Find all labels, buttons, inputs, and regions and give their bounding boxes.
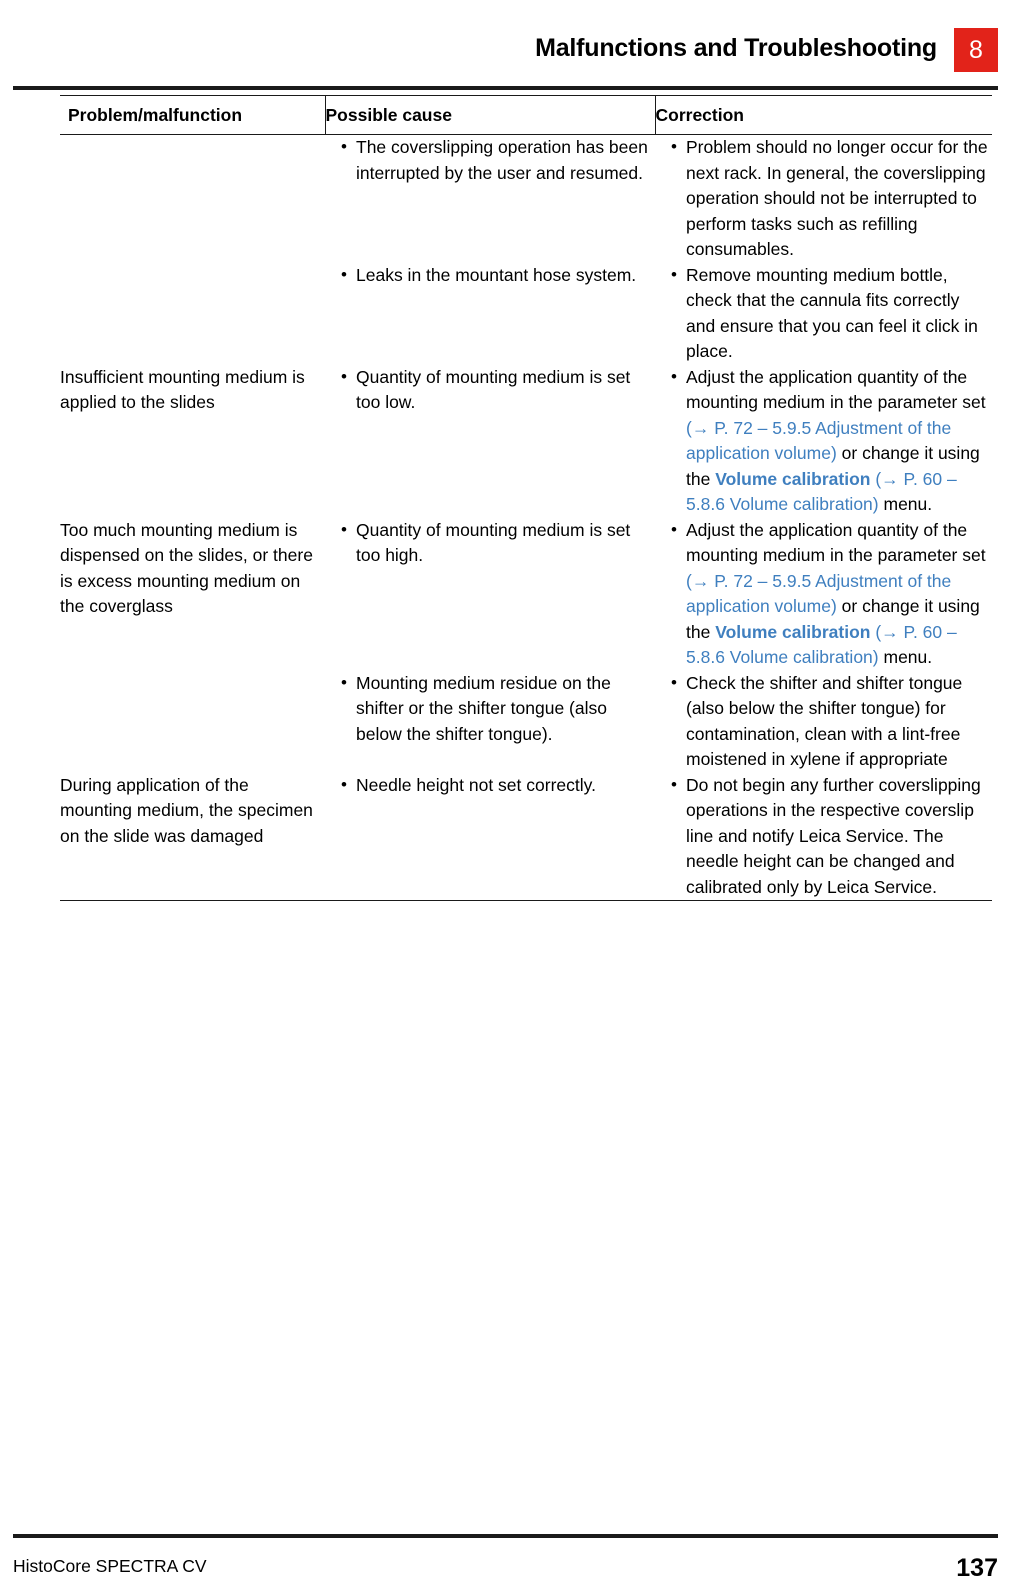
cell-cause: Needle height not set correctly. [325,772,655,901]
list-item: Quantity of mounting medium is set too l… [339,364,655,416]
page-title: Malfunctions and Troubleshooting [535,34,937,62]
correction-bullet-list: Check the shifter and shifter tongue (al… [669,670,992,773]
cell-correction: Do not begin any further coverslipping o… [655,772,992,901]
problem-text: Too much mounting medium is dispensed on… [60,519,313,617]
header-divider [13,86,998,90]
cell-problem: Too much mounting medium is dispensed on… [60,518,325,671]
menu-name-reference[interactable]: Volume calibration [715,469,870,489]
page-header: Malfunctions and Troubleshooting 8 [0,20,1011,90]
table-row: Insufficient mounting medium is applied … [60,364,992,518]
cell-problem [60,135,325,263]
list-item: Adjust the application quantity of the m… [669,364,992,518]
troubleshooting-table: Problem/malfunction Possible cause Corre… [60,95,992,901]
footer-divider [13,1534,998,1538]
cell-problem [60,671,325,773]
text-run: Adjust the application quantity of the m… [686,366,986,413]
text-run: menu. [878,647,933,667]
cause-bullet-list: Mounting medium residue on the shifter o… [339,670,655,748]
correction-bullet-list: Problem should no longer occur for the n… [669,134,992,263]
cause-bullet-list: Quantity of mounting medium is set too l… [339,364,655,416]
list-item: Quantity of mounting medium is set too h… [339,517,655,569]
correction-bullet-list: Adjust the application quantity of the m… [669,517,992,671]
cause-bullet-list: Quantity of mounting medium is set too h… [339,517,655,569]
document-page: Malfunctions and Troubleshooting 8 Probl… [0,0,1011,1595]
chapter-number-badge: 8 [954,28,998,72]
column-header-problem: Problem/malfunction [60,95,325,135]
cell-cause: Quantity of mounting medium is set too l… [325,364,655,518]
list-item: Needle height not set correctly. [339,772,655,799]
table-body: The coverslipping operation has been int… [60,134,992,901]
cell-correction: Adjust the application quantity of the m… [655,364,992,518]
table-row: Leaks in the mountant hose system. Remove… [60,262,992,365]
cell-problem [60,263,325,365]
list-item: Mounting medium residue on the shifter o… [339,670,655,748]
cell-problem: Insufficient mounting medium is applied … [60,365,325,518]
list-item: Adjust the application quantity of the m… [669,517,992,671]
column-header-cause: Possible cause [324,95,655,135]
table-row: Mounting medium residue on the shifter o… [60,670,992,773]
table-header: Problem/malfunction Possible cause Corre… [60,95,992,135]
footer-document-name: HistoCore SPECTRA CV [13,1556,207,1576]
cell-correction: Remove mounting medium bottle, check tha… [655,262,992,365]
troubleshooting-table-wrapper: Problem/malfunction Possible cause Corre… [60,95,992,901]
correction-bullet-list: Do not begin any further coverslipping o… [669,772,992,901]
table-header-row: Problem/malfunction Possible cause Corre… [60,95,992,135]
correction-bullet-list: Remove mounting medium bottle, check tha… [669,262,992,365]
list-item: The coverslipping operation has been int… [339,134,655,186]
cell-correction: Adjust the application quantity of the m… [655,517,992,671]
cause-bullet-list: The coverslipping operation has been int… [339,134,655,186]
cell-cause: The coverslipping operation has been int… [325,134,655,263]
cell-cause: Leaks in the mountant hose system. [325,262,655,365]
problem-text: During application of the mounting mediu… [60,774,313,846]
table-row: During application of the mounting mediu… [60,772,992,901]
cell-cause: Quantity of mounting medium is set too h… [325,517,655,671]
cause-bullet-list: Leaks in the mountant hose system. [339,262,655,289]
menu-name-reference[interactable]: Volume calibration [715,622,870,642]
footer-page-number: 137 [956,1554,998,1582]
cell-correction: Problem should no longer occur for the n… [655,134,992,263]
list-item: Do not begin any further coverslipping o… [669,772,992,901]
list-item: Problem should no longer occur for the n… [669,134,992,263]
list-item: Remove mounting medium bottle, check tha… [669,262,992,365]
cause-bullet-list: Needle height not set correctly. [339,772,655,799]
column-header-correction: Correction [654,95,992,135]
table-row: The coverslipping operation has been int… [60,134,992,263]
correction-bullet-list: Adjust the application quantity of the m… [669,364,992,518]
cell-cause: Mounting medium residue on the shifter o… [325,670,655,773]
cell-problem: During application of the mounting mediu… [60,772,325,901]
cell-correction: Check the shifter and shifter tongue (al… [655,670,992,773]
list-item: Leaks in the mountant hose system. [339,262,655,289]
list-item: Check the shifter and shifter tongue (al… [669,670,992,773]
problem-text: Insufficient mounting medium is applied … [60,366,305,413]
table-row: Too much mounting medium is dispensed on… [60,517,992,671]
text-run: Adjust the application quantity of the m… [686,519,986,566]
text-run: menu. [878,494,933,514]
